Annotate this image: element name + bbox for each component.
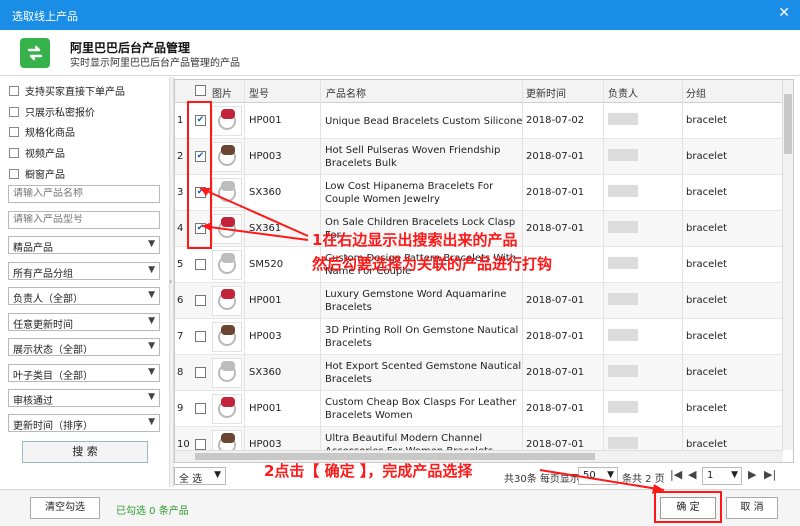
arrowhead-icon	[652, 484, 664, 494]
arrowhead-icon	[202, 222, 212, 231]
arrow-to-confirm	[539, 469, 665, 491]
annotation-step1-line1: 1在右边显示出搜索出来的产品	[312, 231, 518, 249]
annotation-step1-line2: 然后勾要选择为关联的产品进行打钩	[312, 255, 553, 273]
annotation-step2: 2点击【 确定 】，完成产品选择	[264, 462, 473, 480]
